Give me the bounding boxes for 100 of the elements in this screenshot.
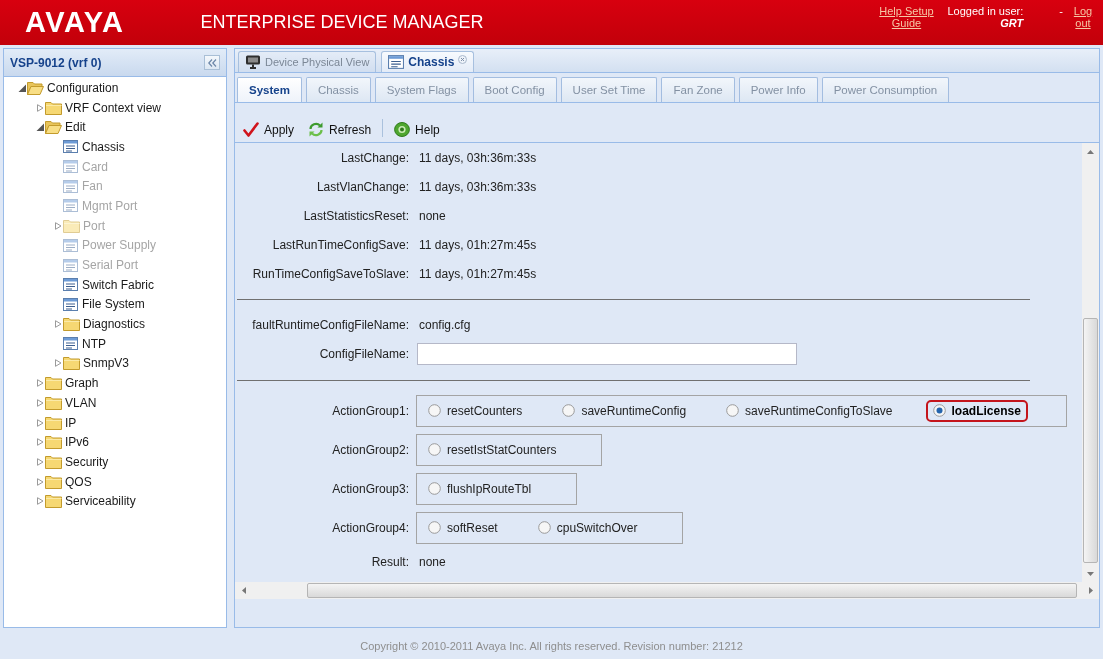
apply-button[interactable]: Apply	[240, 120, 298, 139]
field-label: ActionGroup1:	[332, 403, 409, 418]
sidebar-title: VSP-9012 (vrf 0)	[10, 55, 102, 70]
tree-item[interactable]: SnmpV3	[54, 353, 130, 374]
tree-item[interactable]: Serviceability	[36, 491, 136, 512]
refresh-icon	[308, 122, 325, 137]
list-icon	[388, 55, 405, 69]
vertical-scrollbar[interactable]	[1082, 143, 1099, 582]
tree-item[interactable]: VLAN	[36, 393, 97, 413]
caret-right-icon[interactable]	[54, 320, 62, 329]
caret-right-icon[interactable]	[36, 379, 44, 388]
radio-option[interactable]: softReset	[421, 516, 505, 539]
double-chevron-left-icon	[207, 58, 217, 67]
document-tab[interactable]: Chassis	[381, 51, 475, 72]
tab[interactable]: System	[237, 77, 302, 102]
tree-item[interactable]: Switch Fabric	[54, 274, 155, 295]
caret-right-icon[interactable]	[54, 359, 62, 368]
list-icon	[63, 238, 78, 252]
tree-item[interactable]: Configuration	[18, 78, 119, 98]
field-value: none	[419, 554, 446, 569]
caret-right-icon[interactable]	[36, 398, 44, 407]
caret-right-icon[interactable]	[36, 457, 44, 466]
scrollbar-thumb[interactable]	[1083, 318, 1098, 563]
list-icon	[63, 297, 78, 311]
caret-right-icon[interactable]	[36, 497, 44, 506]
folder-icon	[45, 100, 62, 115]
folder-icon	[63, 218, 80, 233]
radio-option[interactable]: cpuSwitchOver	[530, 516, 645, 539]
field-label: LastVlanChange:	[316, 179, 409, 194]
field-value: 11 days, 01h:27m:45s	[419, 266, 537, 281]
scroll-left-arrow-icon[interactable]	[241, 587, 246, 594]
tree-item[interactable]: IPv6	[36, 432, 89, 453]
folder-icon	[45, 454, 62, 469]
tree-item[interactable]: Edit	[36, 117, 86, 138]
folder-icon	[63, 317, 80, 332]
folder-icon	[45, 474, 62, 489]
scroll-down-arrow-icon[interactable]	[1087, 571, 1094, 576]
field-label: LastChange:	[340, 150, 409, 165]
radio-option[interactable]: saveRuntimeConfigToSlave	[719, 399, 900, 422]
field-label: ActionGroup2:	[332, 442, 409, 457]
radio-option[interactable]: loadLicense	[925, 399, 1028, 422]
logo: AVAYA	[25, 6, 125, 39]
open-folder-icon	[45, 120, 62, 135]
caret-right-icon[interactable]	[36, 438, 44, 447]
tree-item[interactable]: VRF Context view	[36, 97, 162, 118]
radio-option[interactable]: resetCounters	[421, 399, 530, 422]
scrollbar-thumb[interactable]	[307, 583, 1077, 598]
field-label: RunTimeConfigSaveToSlave:	[252, 266, 409, 281]
copyright-text: Copyright © 2010-2011 Avaya Inc. All rights reserved. Revision number: 21212	[360, 639, 743, 652]
folder-icon	[45, 395, 62, 410]
tree-item[interactable]: File System	[54, 294, 145, 315]
scroll-up-arrow-icon[interactable]	[1087, 149, 1094, 154]
folder-icon	[45, 415, 62, 430]
scroll-right-arrow-icon[interactable]	[1088, 587, 1093, 594]
tree-item[interactable]: Chassis	[54, 137, 125, 157]
folder-icon	[45, 494, 62, 509]
collapse-button[interactable]	[204, 55, 220, 70]
field-value: 11 days, 03h:36m:33s	[419, 150, 537, 165]
radio-option[interactable]: resetIstStatCounters	[421, 438, 564, 461]
field-value: config.cfg	[419, 317, 471, 332]
radio-option[interactable]: saveRuntimeConfig	[555, 399, 694, 422]
field-label: ActionGroup4:	[332, 520, 409, 535]
list-icon	[63, 160, 78, 174]
tree-item[interactable]: Graph	[36, 373, 99, 393]
folder-icon	[45, 435, 62, 450]
logout-link[interactable]: Log out	[1073, 5, 1093, 29]
list-icon	[63, 278, 78, 292]
user-name: GRT	[1000, 17, 1024, 29]
list-icon	[63, 337, 78, 351]
checkmark-icon	[243, 122, 259, 137]
field-label: ActionGroup3:	[332, 481, 409, 496]
caret-right-icon[interactable]	[36, 103, 44, 112]
monitor-icon	[245, 55, 261, 69]
field-label: faultRuntimeConfigFileName:	[252, 317, 409, 332]
field-label: LastRunTimeConfigSave:	[272, 237, 409, 252]
field-value: 11 days, 03h:36m:33s	[419, 179, 537, 194]
text-input-field[interactable]	[417, 343, 797, 365]
folder-icon	[45, 376, 62, 391]
tree-item[interactable]: Security	[36, 452, 109, 472]
radio-option[interactable]: flushIpRouteTbl	[421, 477, 539, 500]
tree-item[interactable]: Diagnostics	[54, 314, 146, 334]
field-label: Result:	[371, 554, 409, 569]
list-icon	[63, 179, 78, 193]
help-button[interactable]: Help	[391, 120, 443, 139]
caret-right-icon[interactable]	[36, 477, 44, 486]
field-label: LastStatisticsReset:	[303, 208, 409, 223]
list-icon	[63, 199, 78, 213]
close-icon[interactable]	[458, 55, 468, 64]
help-link[interactable]: Help Setup Guide	[875, 5, 938, 29]
refresh-button[interactable]: Refresh	[305, 120, 375, 139]
app-title: ENTERPRISE DEVICE MANAGER	[200, 12, 484, 33]
tree-item[interactable]: IP	[36, 412, 77, 433]
horizontal-scrollbar[interactable]	[235, 582, 1099, 599]
caret-right-icon[interactable]	[36, 418, 44, 427]
tree-item[interactable]: NTP	[54, 333, 106, 354]
tree-item[interactable]: QOS	[36, 471, 92, 492]
list-icon	[63, 258, 78, 272]
field-value: none	[419, 208, 446, 223]
ring-icon	[394, 122, 411, 137]
field-value: 11 days, 01h:27m:45s	[419, 237, 537, 252]
